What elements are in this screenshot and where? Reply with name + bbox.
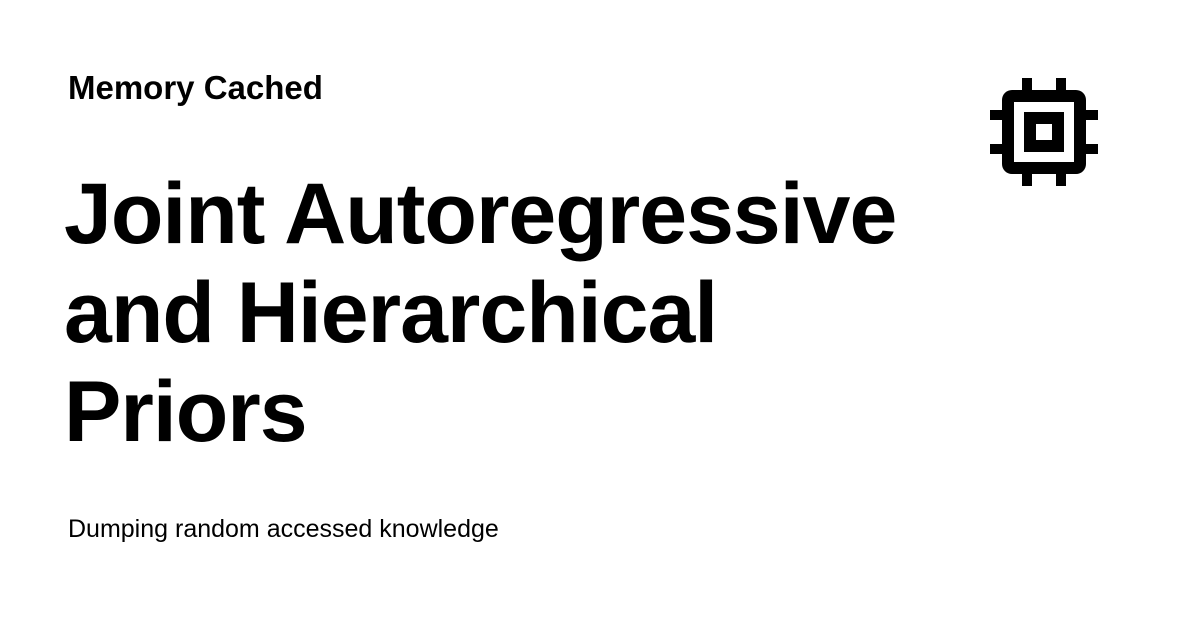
- site-name: Memory Cached: [68, 69, 323, 106]
- post-title: Joint Autoregressive and Hierarchical Pr…: [64, 166, 897, 460]
- site-tagline: Dumping random accessed knowledge: [68, 515, 499, 543]
- og-card: Memory Cached Joint Autoregressive and H…: [0, 0, 1200, 630]
- chip-icon: [990, 78, 1098, 186]
